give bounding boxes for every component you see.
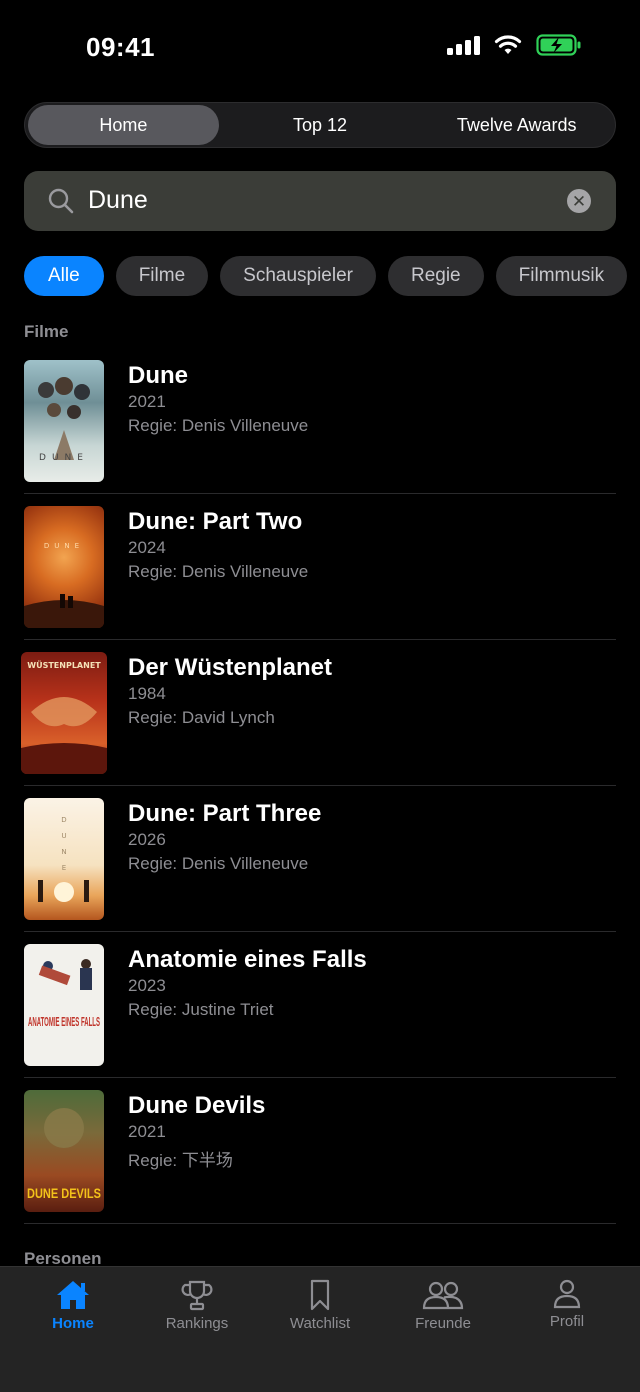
film-row[interactable]: DUNE Dune 2021 Regie: Denis Villeneuve — [0, 348, 640, 494]
film-title: Dune Devils — [128, 1092, 266, 1119]
house-icon — [57, 1281, 89, 1309]
status-icons — [447, 34, 582, 56]
film-year: 2026 — [128, 830, 166, 849]
battery-charging-icon — [536, 34, 581, 56]
film-director: Regie: 下半场 — [128, 1151, 233, 1170]
tabbar-label: Profil — [549, 1313, 585, 1330]
tabbar-item-watchlist[interactable]: Watchlist — [258, 1279, 382, 1332]
trophy-icon — [181, 1280, 213, 1311]
tab-top-12[interactable]: Top 12 — [225, 105, 416, 145]
svg-text:E: E — [62, 864, 66, 872]
filter-chips: Alle Filme Schauspieler Regie Filmmusik — [24, 256, 628, 296]
film-director: Regie: Denis Villeneuve — [128, 562, 309, 581]
film-row[interactable]: DUNE DEVILS Dune Devils 2021 Regie: 下半场 — [0, 1078, 640, 1224]
film-row[interactable]: DUNE Dune: Part Two 2024 Regie: Denis Vi… — [0, 494, 640, 640]
film-year: 2021 — [128, 392, 166, 411]
film-results-list: DUNE Dune 2021 Regie: Denis Villeneuve D… — [0, 348, 640, 1224]
section-header-films: Filme — [24, 322, 69, 341]
svg-text:DUNE: DUNE — [39, 453, 89, 463]
bookmark-icon — [310, 1279, 330, 1311]
poster-title-text: WÜSTENPLANET — [27, 660, 101, 670]
tabbar-label: Home — [52, 1315, 94, 1332]
row-divider — [24, 1223, 616, 1224]
cellular-signal-icon — [447, 35, 480, 55]
film-row[interactable]: WÜSTENPLANET Der Wüstenplanet 1984 Regie… — [0, 640, 640, 786]
poster-title-text: ANATOMIE EINES FALLS — [28, 1014, 100, 1029]
film-year: 2024 — [128, 538, 166, 557]
film-director: Regie: Denis Villeneuve — [128, 854, 309, 873]
wifi-icon — [494, 35, 522, 54]
tab-home[interactable]: Home — [28, 105, 219, 145]
film-poster: DUNE — [24, 360, 104, 482]
filter-chip-filmmusik[interactable]: Filmmusik — [495, 256, 628, 296]
bottom-tab-bar: Home Rankings Watchlist Freunde Profil — [0, 1266, 640, 1392]
filter-chip-regie[interactable]: Regie — [387, 256, 484, 296]
film-row[interactable]: D U N E Dune: Part Three 2026 Regie: Den… — [0, 786, 640, 932]
film-title: Dune: Part Two — [128, 508, 303, 535]
tabbar-label: Rankings — [165, 1315, 229, 1332]
film-title: Dune: Part Three — [128, 800, 322, 827]
poster-title-text: DUNE DEVILS — [27, 1185, 101, 1201]
film-title: Anatomie eines Falls — [128, 946, 367, 973]
film-director: Regie: Denis Villeneuve — [128, 416, 309, 435]
film-title: Der Wüstenplanet — [128, 654, 333, 681]
svg-text:N: N — [61, 848, 66, 856]
film-year: 2023 — [128, 976, 166, 995]
filter-chip-alle[interactable]: Alle — [24, 256, 104, 296]
film-director: Regie: David Lynch — [128, 708, 275, 727]
film-poster: D U N E — [24, 798, 104, 920]
status-time: 09:41 — [86, 32, 155, 62]
tabbar-item-freunde[interactable]: Freunde — [381, 1279, 505, 1332]
main-segmented-control: Home Top 12 Twelve Awards — [24, 102, 616, 148]
film-row[interactable]: ANATOMIE EINES FALLS Anatomie eines Fall… — [0, 932, 640, 1078]
film-title: Dune — [128, 362, 188, 389]
film-year: 1984 — [128, 684, 166, 703]
clear-search-icon[interactable]: ✕ — [567, 189, 591, 213]
status-bar: 09:41 — [0, 0, 640, 90]
svg-text:U: U — [61, 832, 66, 840]
film-director: Regie: Justine Triet — [128, 1000, 274, 1019]
filter-chip-filme[interactable]: Filme — [115, 256, 209, 296]
search-input[interactable]: Dune — [88, 186, 148, 215]
film-poster: ANATOMIE EINES FALLS — [24, 944, 104, 1066]
people-icon — [422, 1281, 464, 1310]
tabbar-label: Watchlist — [289, 1315, 351, 1332]
tabbar-label: Freunde — [415, 1315, 471, 1332]
film-poster: WÜSTENPLANET — [21, 652, 107, 774]
film-poster: DUNE DEVILS — [24, 1090, 104, 1212]
svg-text:D: D — [61, 816, 66, 824]
person-icon — [553, 1279, 581, 1309]
tabbar-item-profil[interactable]: Profil — [505, 1279, 629, 1330]
tabbar-item-home[interactable]: Home — [11, 1279, 135, 1332]
film-poster: DUNE — [24, 506, 104, 628]
svg-text:DUNE: DUNE — [44, 542, 84, 550]
tabbar-item-rankings[interactable]: Rankings — [135, 1279, 259, 1332]
tab-twelve-awards[interactable]: Twelve Awards — [421, 105, 612, 145]
search-icon — [48, 188, 74, 214]
filter-chip-schauspieler[interactable]: Schauspieler — [220, 256, 376, 296]
film-year: 2021 — [128, 1122, 166, 1141]
search-field[interactable]: Dune ✕ — [24, 171, 616, 231]
